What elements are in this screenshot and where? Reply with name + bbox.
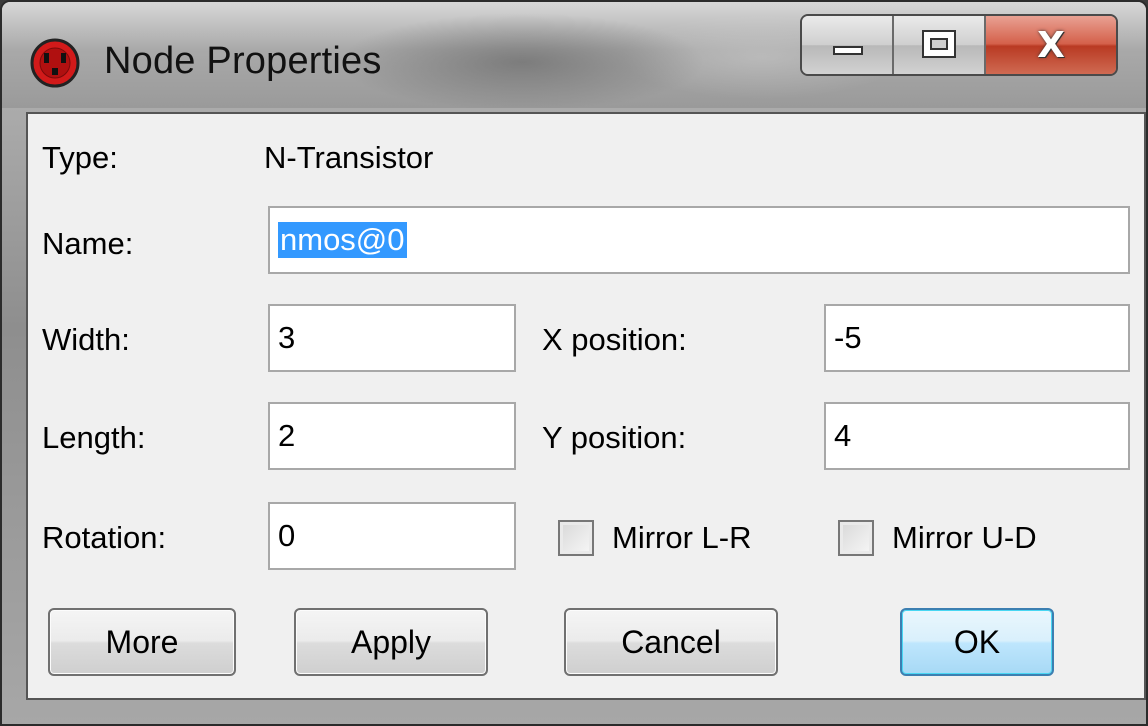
width-input[interactable]: 3 <box>268 304 516 372</box>
mirror-lr-label[interactable]: Mirror L-R <box>612 520 752 556</box>
dialog-content: Type: N-Transistor Name: nmos@0 Width: 3… <box>26 112 1146 700</box>
width-label: Width: <box>42 322 130 357</box>
name-input[interactable]: nmos@0 <box>268 206 1130 274</box>
close-icon: X <box>1037 24 1065 66</box>
x-position-input[interactable]: -5 <box>824 304 1130 372</box>
close-button[interactable]: X <box>986 16 1116 74</box>
name-label: Name: <box>42 226 134 261</box>
window-title: Node Properties <box>104 40 382 82</box>
node-properties-dialog: Node Properties X Type: N-Transistor Nam… <box>0 0 1148 726</box>
cancel-button[interactable]: Cancel <box>564 608 778 676</box>
maximize-button[interactable] <box>894 16 986 74</box>
type-label: Type: <box>42 140 118 175</box>
minimize-button[interactable] <box>802 16 894 74</box>
ok-button[interactable]: OK <box>900 608 1054 676</box>
y-position-input[interactable]: 4 <box>824 402 1130 470</box>
maximize-icon <box>922 30 956 58</box>
apply-button[interactable]: Apply <box>294 608 488 676</box>
name-value: nmos@0 <box>278 222 407 258</box>
title-bar[interactable]: Node Properties X <box>2 2 1146 108</box>
rotation-input[interactable]: 0 <box>268 502 516 570</box>
minimize-icon <box>833 46 863 55</box>
type-value: N-Transistor <box>264 140 434 175</box>
caption-buttons: X <box>800 14 1118 76</box>
red-power-socket-icon <box>30 38 80 88</box>
mirror-lr-checkbox[interactable] <box>558 520 594 556</box>
x-position-label: X position: <box>542 322 687 357</box>
mirror-ud-checkbox[interactable] <box>838 520 874 556</box>
more-button[interactable]: More <box>48 608 236 676</box>
rotation-label: Rotation: <box>42 520 167 555</box>
y-position-label: Y position: <box>542 420 687 455</box>
length-label: Length: <box>42 420 146 455</box>
length-input[interactable]: 2 <box>268 402 516 470</box>
mirror-ud-label[interactable]: Mirror U-D <box>892 520 1037 556</box>
